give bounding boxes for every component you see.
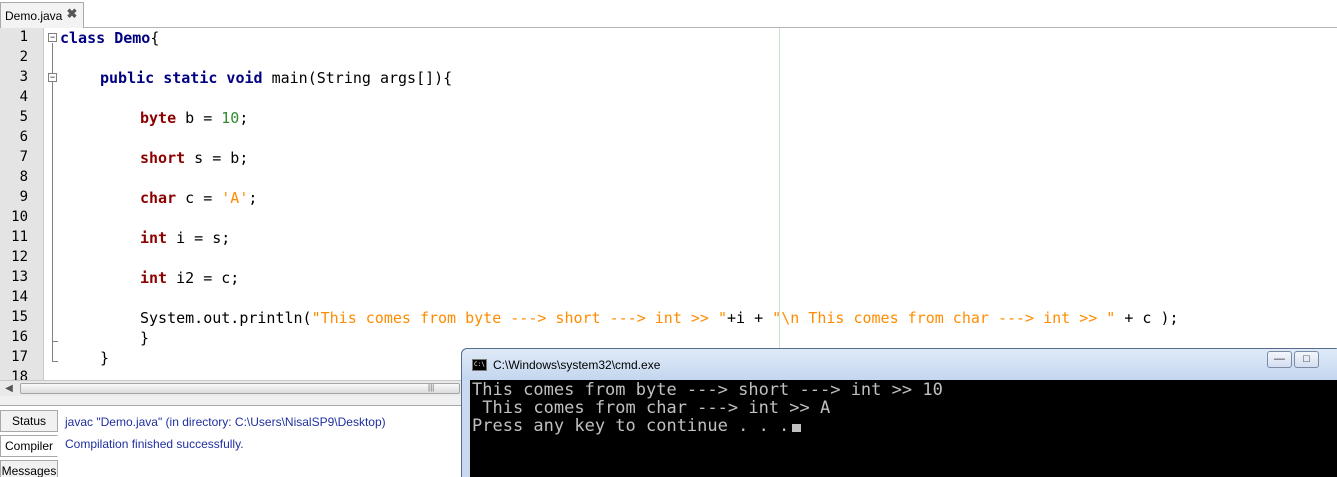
tab-compiler[interactable]: Compiler [0, 435, 58, 457]
code-token: main(String args[]){ [262, 69, 453, 87]
code-line-16: } [140, 329, 149, 347]
code-token: ; [248, 189, 258, 207]
code-token: } [140, 329, 150, 347]
line-number: 17 [11, 349, 28, 365]
line-number: 3 [19, 69, 28, 85]
maximize-button[interactable]: □ [1294, 351, 1319, 368]
code-token: byte [140, 109, 177, 127]
code-editor[interactable]: 1 2 3 4 5 6 7 8 9 10 11 12 13 14 15 16 1… [0, 28, 1337, 380]
panel-splitter[interactable] [0, 396, 462, 406]
grip-icon: ||| [428, 383, 435, 392]
code-token: i2 = c; [167, 269, 240, 287]
code-token: class [60, 29, 106, 47]
code-token: { [150, 29, 160, 47]
fold-guide [52, 43, 53, 361]
code-line-13: int i2 = c; [140, 269, 239, 287]
code-line-1: class Demo{ [60, 29, 159, 47]
tab-demo-java[interactable]: Demo.java ✖ [0, 2, 84, 28]
code-token: 10 [221, 109, 240, 127]
horizontal-scrollbar[interactable]: ◀ ||| [0, 380, 462, 396]
line-number: 7 [19, 149, 28, 165]
console-icon: C:\ [472, 359, 487, 371]
console-line-text: Press any key to continue . . . [472, 416, 790, 436]
code-line-9: char c = 'A'; [140, 189, 257, 207]
console-window[interactable]: C:\ C:\Windows\system32\cmd.exe — □ This… [461, 348, 1337, 477]
tab-label: Demo.java [5, 9, 63, 23]
code-token: } [100, 349, 110, 367]
code-token: char [140, 189, 177, 207]
console-title: C:\Windows\system32\cmd.exe [493, 358, 661, 372]
scroll-left-icon[interactable]: ◀ [2, 383, 16, 395]
code-line-5: byte b = 10; [140, 109, 248, 127]
line-number: 6 [19, 129, 28, 145]
line-number: 1 [19, 29, 28, 45]
text-cursor [792, 424, 802, 432]
message-panel: Status Compiler Messages javac "Demo.jav… [0, 406, 462, 477]
line-number: 5 [19, 109, 28, 125]
code-token: int [140, 229, 168, 247]
code-line-17: } [100, 349, 109, 367]
code-token: System.out.println( [140, 309, 312, 327]
fold-end-marker [52, 341, 58, 342]
console-line: This comes from byte ---> short ---> int… [472, 380, 943, 400]
code-token: int [140, 269, 168, 287]
console-output[interactable]: This comes from byte ---> short ---> int… [470, 380, 1337, 477]
code-token: public static void [100, 69, 263, 87]
long-line-marker [779, 28, 780, 380]
code-token: "This comes from byte ---> short ---> in… [311, 309, 728, 327]
line-number: 15 [11, 309, 28, 325]
console-line: Press any key to continue . . . [472, 416, 802, 436]
tab-bar: Demo.java ✖ [0, 0, 1337, 28]
code-token: "\n This comes from char ---> int >> " [772, 309, 1116, 327]
code-token: 'A' [221, 189, 249, 207]
line-number: 10 [11, 209, 28, 225]
code-line-7: short s = b; [140, 149, 248, 167]
console-title-bar[interactable]: C:\ C:\Windows\system32\cmd.exe — □ [462, 349, 1337, 380]
fold-end-marker [52, 361, 58, 362]
line-number-gutter: 1 2 3 4 5 6 7 8 9 10 11 12 13 14 15 16 1… [0, 28, 44, 380]
code-line-15: System.out.println("This comes from byte… [140, 309, 1179, 327]
code-token: i = s; [167, 229, 231, 247]
line-number: 2 [19, 49, 28, 65]
fold-toggle-icon[interactable]: − [48, 73, 57, 82]
line-number: 13 [11, 269, 28, 285]
fold-toggle-icon[interactable]: − [48, 33, 57, 42]
minimize-button[interactable]: — [1267, 351, 1292, 368]
code-token: short [140, 149, 186, 167]
scrollbar-thumb[interactable] [20, 383, 460, 394]
line-number: 14 [11, 289, 28, 305]
code-token: +i + [727, 309, 773, 327]
line-number: 18 [11, 369, 28, 380]
code-token: s = b; [185, 149, 249, 167]
code-line-3: public static void main(String args[]){ [100, 69, 452, 87]
code-line-11: int i = s; [140, 229, 230, 247]
line-number: 12 [11, 249, 28, 265]
console-line: This comes from char ---> int >> A [472, 398, 831, 418]
code-token: b = [176, 109, 222, 127]
line-number: 8 [19, 169, 28, 185]
close-icon[interactable]: ✖ [65, 7, 79, 21]
tab-status[interactable]: Status [0, 410, 58, 432]
code-token: Demo [114, 29, 151, 47]
tab-messages[interactable]: Messages [0, 460, 58, 477]
code-token: c = [176, 189, 222, 207]
line-number: 16 [11, 329, 28, 345]
code-token: + c ); [1115, 309, 1179, 327]
line-number: 9 [19, 189, 28, 205]
line-number: 4 [19, 89, 28, 105]
compiler-output-line[interactable]: Compilation finished successfully. [65, 437, 244, 451]
compiler-output-line[interactable]: javac "Demo.java" (in directory: C:\User… [65, 415, 386, 429]
code-token: ; [239, 109, 249, 127]
line-number: 11 [11, 229, 28, 245]
